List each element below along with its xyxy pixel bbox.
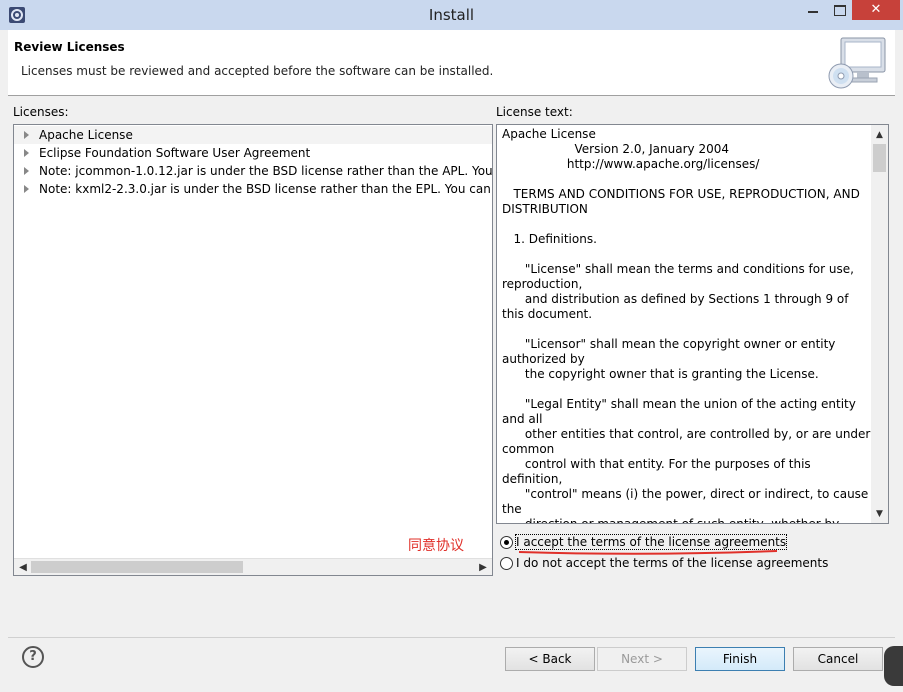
annotation-text: 同意协议	[408, 538, 464, 554]
expand-arrow-icon[interactable]	[24, 131, 29, 139]
licenses-label: Licenses:	[13, 105, 69, 119]
scroll-left-icon[interactable]: ◀	[16, 561, 30, 574]
page-title: Review Licenses	[14, 40, 125, 54]
scroll-down-icon[interactable]: ▼	[873, 507, 886, 521]
decline-radio-label[interactable]: I do not accept the terms of the license…	[516, 556, 828, 570]
scroll-right-icon[interactable]: ▶	[476, 561, 490, 574]
annotation-underline	[518, 550, 778, 555]
horizontal-scrollbar[interactable]: ◀ ▶	[14, 558, 492, 575]
title-bar[interactable]: Install ✕	[0, 0, 903, 30]
scrollbar-thumb[interactable]	[31, 561, 243, 573]
licenses-tree[interactable]: Apache License Eclipse Foundation Softwa…	[13, 124, 493, 576]
tree-item-label: Note: kxml2-2.3.0.jar is under the BSD l…	[39, 182, 493, 196]
tree-item-label: Apache License	[39, 128, 133, 142]
finish-button[interactable]: Finish	[695, 647, 785, 671]
license-text-area[interactable]: Apache License Version 2.0, January 2004…	[496, 124, 889, 524]
accept-radio[interactable]	[500, 536, 513, 549]
help-icon[interactable]: ?	[22, 646, 44, 668]
expand-arrow-icon[interactable]	[24, 149, 29, 157]
install-dialog: Install ✕ Review Licenses Licenses must …	[0, 0, 903, 692]
expand-arrow-icon[interactable]	[24, 185, 29, 193]
close-button[interactable]: ✕	[852, 0, 900, 20]
window-title: Install	[428, 6, 475, 24]
tree-item-label: Eclipse Foundation Software User Agreeme…	[39, 146, 311, 160]
footer-divider	[8, 637, 895, 638]
vertical-scrollbar[interactable]: ▲ ▼	[871, 125, 888, 523]
maximize-button[interactable]	[826, 0, 852, 20]
accept-radio-label[interactable]: I accept the terms of the license agreem…	[514, 534, 788, 550]
decline-radio[interactable]	[500, 557, 513, 570]
tree-item-apache-license[interactable]: Apache License	[14, 126, 492, 144]
scrollbar-thumb[interactable]	[873, 144, 886, 172]
minimize-button[interactable]	[800, 0, 826, 20]
license-text-content: Apache License Version 2.0, January 2004…	[502, 127, 871, 524]
back-button[interactable]: < Back	[505, 647, 595, 671]
tree-item-jcommon-note[interactable]: Note: jcommon-1.0.12.jar is under the BS…	[14, 162, 492, 180]
next-button[interactable]: Next >	[597, 647, 687, 671]
tree-item-eclipse-agreement[interactable]: Eclipse Foundation Software User Agreeme…	[14, 144, 492, 162]
license-text-label: License text:	[496, 105, 573, 119]
dialog-header: Review Licenses Licenses must be reviewe…	[8, 30, 895, 96]
cancel-button[interactable]: Cancel	[793, 647, 883, 671]
tree-item-kxml2-note[interactable]: Note: kxml2-2.3.0.jar is under the BSD l…	[14, 180, 492, 198]
page-description: Licenses must be reviewed and accepted b…	[21, 64, 494, 78]
scroll-up-icon[interactable]: ▲	[873, 128, 886, 142]
expand-arrow-icon[interactable]	[24, 167, 29, 175]
computer-cd-install-icon	[828, 37, 886, 89]
tree-item-label: Note: jcommon-1.0.12.jar is under the BS…	[39, 164, 493, 178]
floating-widget[interactable]	[884, 646, 903, 686]
